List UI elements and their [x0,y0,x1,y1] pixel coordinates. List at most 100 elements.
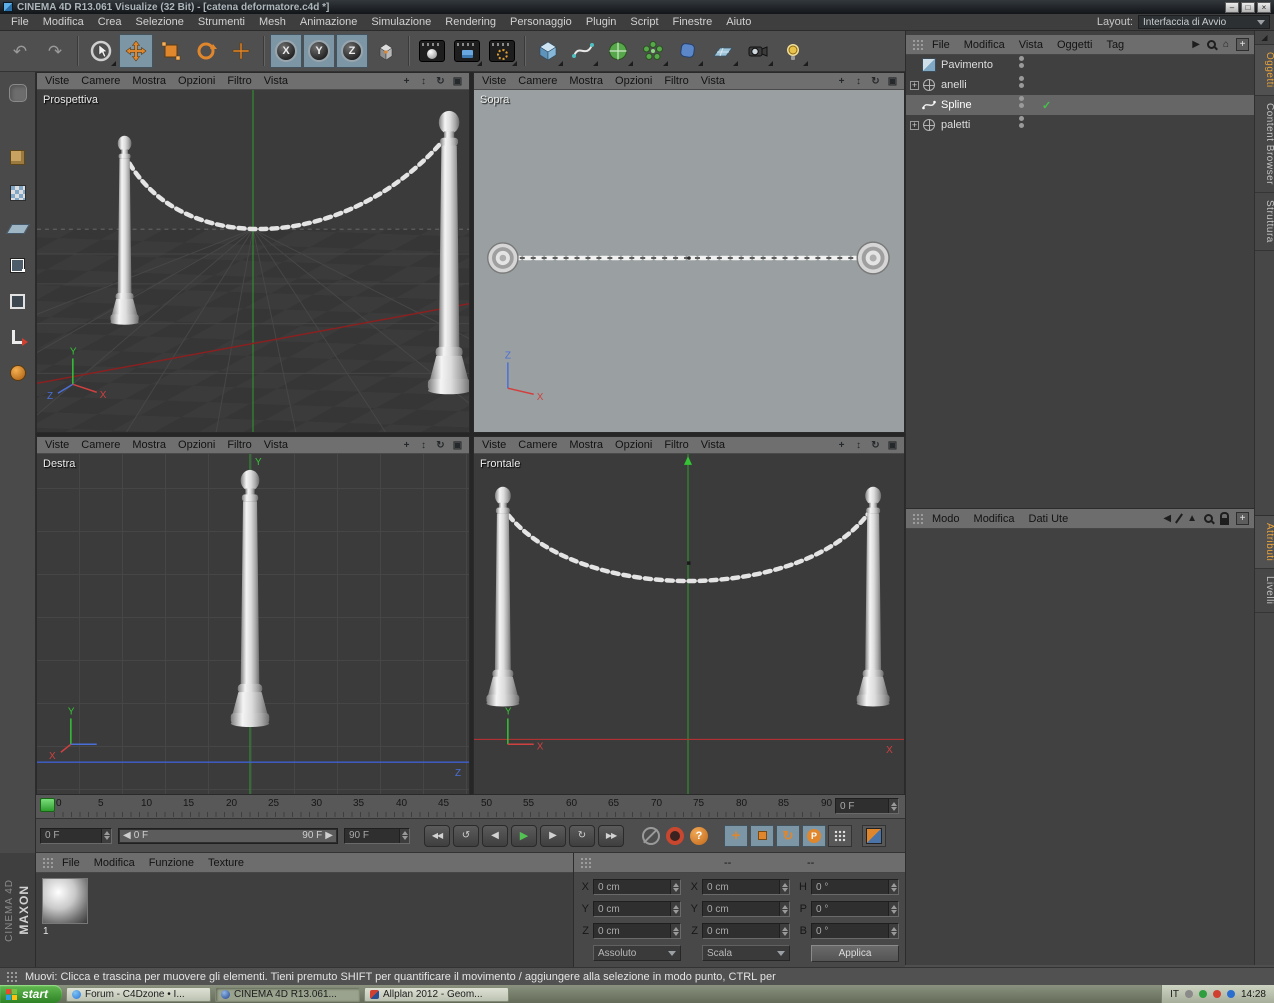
menu-rendering[interactable]: Rendering [438,16,503,28]
start-button[interactable]: start [0,985,63,1003]
vp-menu-opzioni[interactable]: Opzioni [609,75,658,87]
mat-menu-file[interactable]: File [55,857,87,869]
flyout-arrow-icon[interactable]: ▶ [1192,39,1200,50]
new-panel-icon[interactable]: + [1236,512,1249,525]
toggle-view-icon[interactable]: ▣ [450,439,465,452]
position-y-field[interactable]: 0 cm [593,901,681,917]
viewport-right-canvas[interactable]: Destra Y Z Y X [37,454,469,794]
menu-personaggio[interactable]: Personaggio [503,16,579,28]
lock-z-axis-button[interactable]: Z [336,34,368,68]
record-keyframe-icon[interactable] [642,826,660,845]
object-row-paletti[interactable]: + paletti [906,115,1255,135]
tray-status-green-icon[interactable] [1198,990,1207,998]
panel-grip-icon[interactable] [42,856,53,869]
range-start-field[interactable]: 0 F [40,827,112,844]
up-icon[interactable]: ▲ [1187,513,1197,524]
object-name[interactable]: paletti [941,119,970,131]
vp-menu-opzioni[interactable]: Opzioni [609,439,658,451]
points-mode-button[interactable] [3,250,33,280]
menu-animazione[interactable]: Animazione [293,16,364,28]
scale-tool-button[interactable] [154,34,188,68]
menu-plugin[interactable]: Plugin [579,16,624,28]
object-name[interactable]: anelli [941,79,967,91]
goto-end-button[interactable]: ▶▶ [598,824,624,847]
vp-menu-camere[interactable]: Camere [75,75,126,87]
mat-menu-texture[interactable]: Texture [201,857,251,869]
vp-menu-viste[interactable]: Viste [476,439,512,451]
menu-strumenti[interactable]: Strumenti [191,16,252,28]
add-deformer-button[interactable] [671,34,705,68]
viewport-top[interactable]: Viste Camere Mostra Opzioni Filtro Vista… [473,72,905,433]
chain-object[interactable] [127,139,445,232]
vp-menu-camere[interactable]: Camere [75,439,126,451]
add-camera-button[interactable] [741,34,775,68]
taskbar-item-browser[interactable]: Forum - C4Dzone • I... [66,986,212,1002]
last-tool-button[interactable] [224,34,258,68]
panel-grip-icon[interactable] [912,38,923,51]
expand-icon[interactable]: + [910,80,919,90]
stepper[interactable] [670,880,680,894]
om-menu-vista[interactable]: Vista [1012,39,1050,51]
dolly-view-icon[interactable]: ↕ [416,439,431,452]
vp-menu-camere[interactable]: Camere [512,75,563,87]
lock-y-axis-button[interactable]: Y [303,34,335,68]
range-start-stepper[interactable] [101,828,111,843]
stepper[interactable] [779,902,789,916]
render-picture-viewer-button[interactable] [450,34,484,68]
add-subdivision-surface-button[interactable] [601,34,635,68]
tab-content-browser[interactable]: Content Browser [1255,96,1274,193]
size-y-field[interactable]: 0 cm [702,901,790,917]
menu-selezione[interactable]: Selezione [129,16,191,28]
stepper[interactable] [779,924,789,938]
close-button[interactable]: × [1257,1,1271,13]
pan-view-icon[interactable]: + [399,439,414,452]
visibility-dots[interactable] [1019,76,1024,88]
vp-menu-opzioni[interactable]: Opzioni [172,75,221,87]
move-tool-button[interactable] [119,34,153,68]
vp-menu-opzioni[interactable]: Opzioni [172,439,221,451]
home-icon[interactable]: ⌂ [1223,39,1229,50]
render-settings-button[interactable] [485,34,519,68]
om-menu-tag[interactable]: Tag [1099,39,1131,51]
current-frame-field[interactable]: 0 F [835,798,899,814]
taskbar-clock[interactable]: 14:28 [1241,989,1266,1000]
snap-settings-button[interactable] [3,358,33,388]
redo-button[interactable]: ↷ [38,34,72,68]
back-icon[interactable]: ◀ [1163,513,1171,524]
maximize-button[interactable]: □ [1241,1,1255,13]
viewport-front[interactable]: Viste Camere Mostra Opzioni Filtro Vista… [473,436,905,795]
add-environment-button[interactable] [706,34,740,68]
add-light-button[interactable] [776,34,810,68]
position-z-field[interactable]: 0 cm [593,923,681,939]
vp-menu-mostra[interactable]: Mostra [126,439,172,451]
viewport-front-canvas[interactable]: Frontale X Y X [474,454,904,794]
keyframe-selection-icon[interactable]: ? [690,826,708,845]
panel-flyout-icon[interactable]: ◢ [1255,31,1274,45]
vp-menu-mostra[interactable]: Mostra [126,75,172,87]
viewport-top-canvas[interactable]: Sopra Z X [474,90,904,432]
vp-menu-vista[interactable]: Vista [258,439,294,451]
rotate-view-icon[interactable]: ↻ [868,439,883,452]
size-z-field[interactable]: 0 cm [702,923,790,939]
render-view-button[interactable] [415,34,449,68]
toggle-view-icon[interactable]: ▣ [885,75,900,88]
panel-grip-icon[interactable] [912,512,923,525]
new-panel-icon[interactable]: + [1236,38,1249,51]
pen-icon[interactable] [1175,513,1184,524]
vp-menu-filtro[interactable]: Filtro [221,439,257,451]
menu-modifica[interactable]: Modifica [36,16,91,28]
record-position-button[interactable]: + [724,824,748,847]
search-icon[interactable] [1204,514,1213,523]
keyframe-presets-button[interactable] [862,824,886,847]
texture-mode-button[interactable] [3,178,33,208]
position-x-field[interactable]: 0 cm [593,879,681,895]
layout-dropdown[interactable]: Interfaccia di Avvio [1138,15,1270,29]
tab-struttura[interactable]: Struttura [1255,193,1274,251]
language-indicator[interactable]: IT [1170,989,1179,1000]
menu-aiuto[interactable]: Aiuto [719,16,758,28]
vp-menu-filtro[interactable]: Filtro [221,75,257,87]
rotation-p-field[interactable]: 0 ° [811,901,899,917]
make-editable-button[interactable] [3,78,33,108]
pan-view-icon[interactable]: + [834,439,849,452]
tab-livelli[interactable]: Livelli [1255,569,1274,613]
